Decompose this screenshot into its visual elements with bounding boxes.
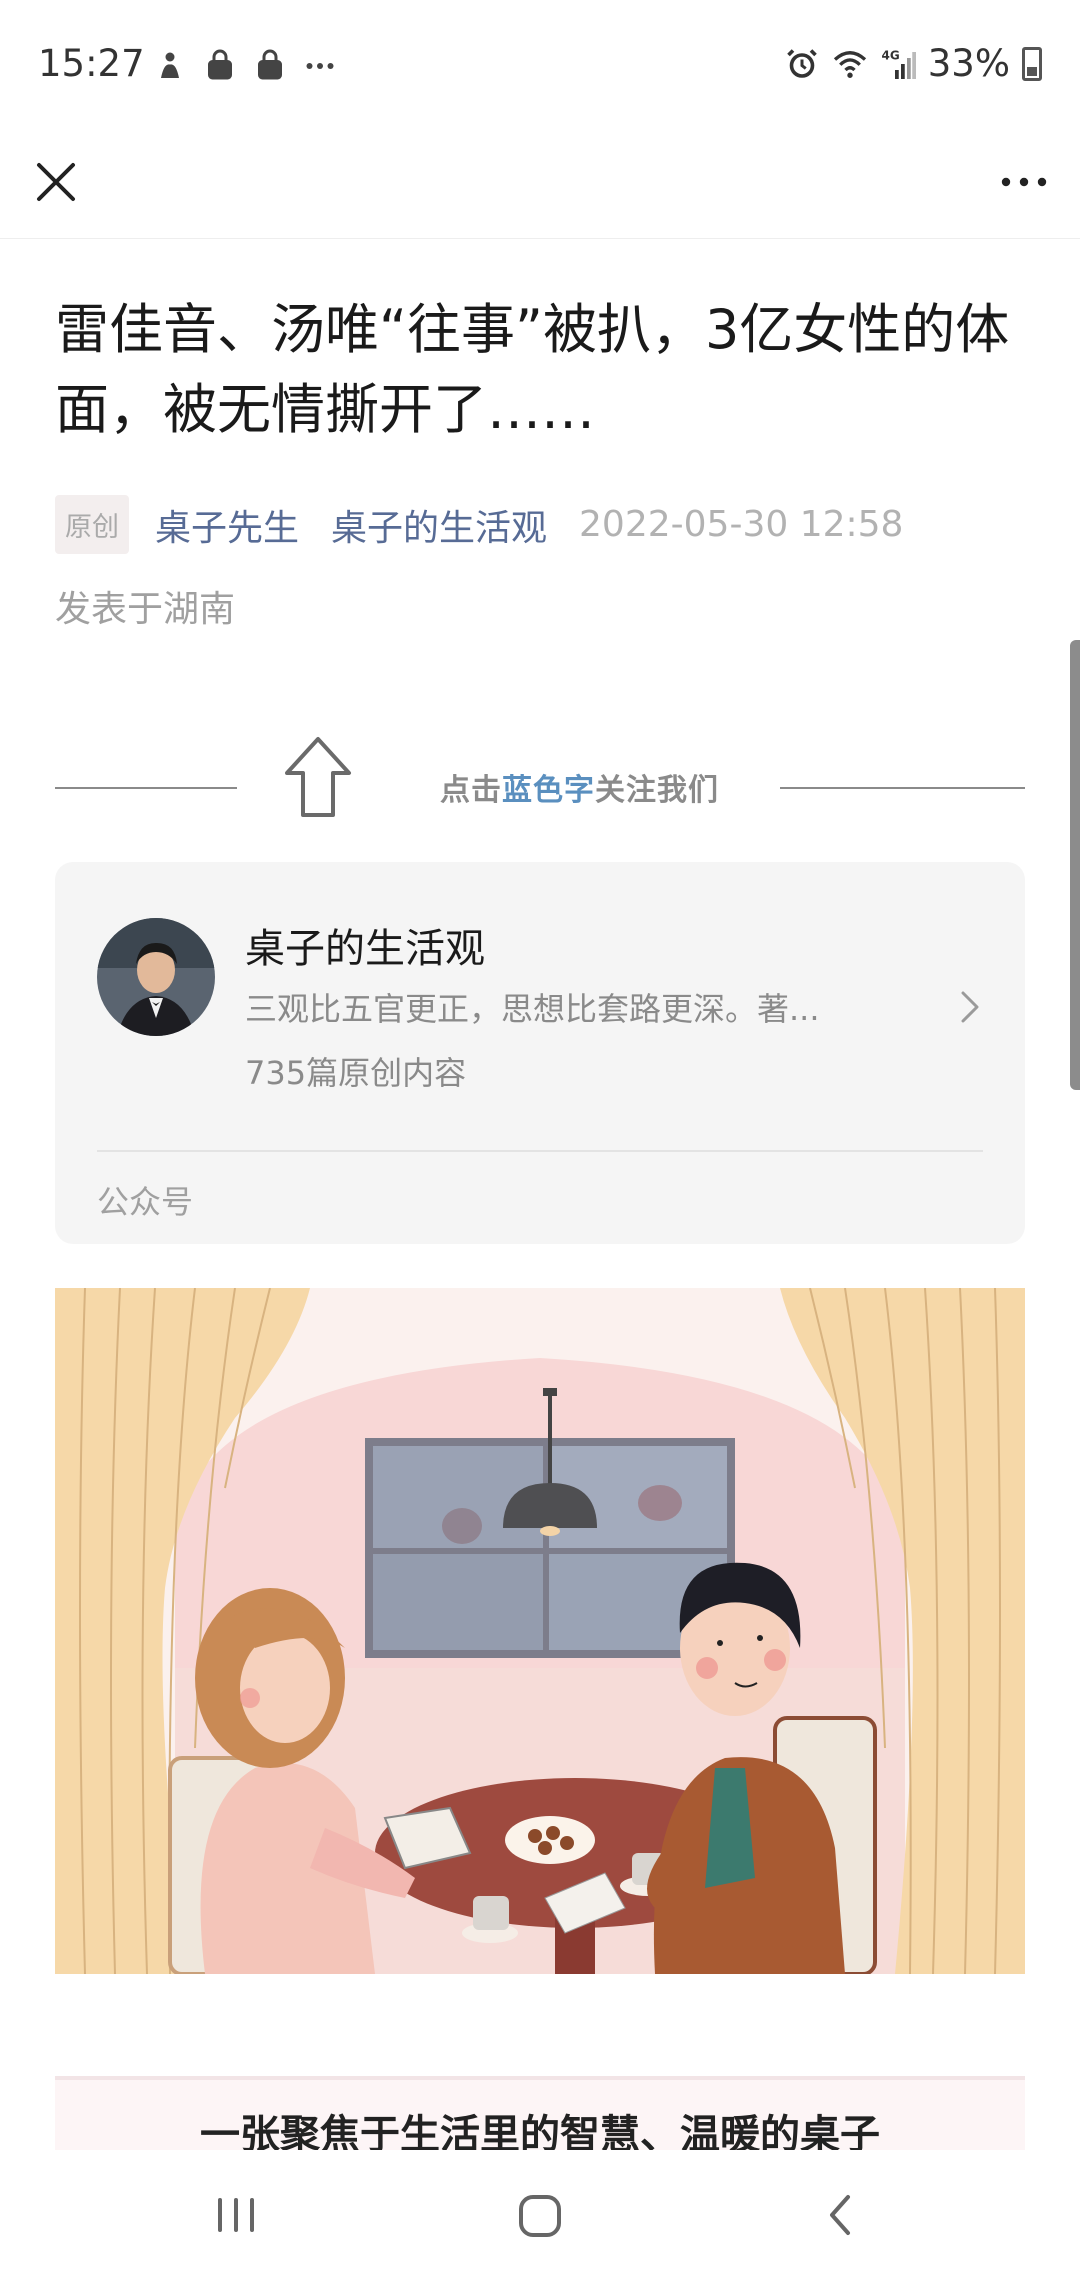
back-icon[interactable] [800, 2180, 880, 2250]
follow-text: 点击蓝色字关注我们 [440, 765, 719, 809]
recents-icon[interactable] [196, 2180, 276, 2250]
chevron-right-icon [961, 991, 979, 1023]
avatar [97, 918, 215, 1036]
status-time: 15:27 [38, 42, 145, 85]
publish-datetime: 2022-05-30 12:58 [579, 504, 904, 545]
author-link[interactable]: 桌子先生 [155, 499, 299, 551]
alarm-icon [786, 48, 817, 78]
notification-icons [152, 48, 338, 84]
close-icon[interactable] [26, 152, 86, 212]
battery-icon [1022, 46, 1042, 81]
scrollbar-thumb[interactable] [1070, 640, 1080, 1090]
shopping-bag-icon [208, 49, 232, 80]
divider-line-right [780, 787, 1025, 789]
follow-banner: 点击蓝色字关注我们 [55, 735, 1025, 825]
follow-text-suffix: 关注我们 [595, 773, 719, 808]
divider-line-left [55, 787, 237, 789]
article-title: 雷佳音、汤唯“往事”被扒，3亿女性的体面，被无情撕开了…… [55, 298, 1010, 441]
original-badge: 原创 [55, 495, 129, 554]
article-meta: 原创 桌子先生 桌子的生活观 2022-05-30 12:58 [55, 495, 903, 554]
battery-percent: 33% [927, 42, 1010, 85]
card-divider [97, 1150, 983, 1152]
article-count: 735篇原创内容 [245, 1054, 467, 1092]
svg-text:4G: 4G [881, 48, 899, 62]
home-icon[interactable] [500, 2180, 580, 2250]
account-description: 三观比五官更正，思想比套路更深。著... [245, 990, 820, 1028]
more-notifications-icon [306, 63, 334, 69]
signal-4g-icon: 4G [881, 48, 916, 79]
publish-location: 发表于湖南 [55, 589, 236, 630]
follow-text-prefix: 点击 [440, 773, 502, 808]
system-nav-bar [0, 2150, 1080, 2280]
up-arrow-icon [285, 737, 351, 817]
account-type: 公众号 [97, 1183, 194, 1221]
top-bar [0, 130, 1080, 239]
shopping-bag-icon [258, 49, 282, 80]
account-name: 桌子的生活观 [245, 926, 485, 972]
wifi-icon [833, 50, 866, 78]
article-illustration [55, 1288, 1025, 1974]
account-card[interactable]: 桌子的生活观 三观比五官更正，思想比套路更深。著... 735篇原创内容 公众号 [55, 862, 1025, 1244]
follow-text-highlight: 蓝色字 [502, 773, 595, 808]
status-bar: 15:27 4G 33% [0, 0, 1080, 130]
status-right: 4G 33% [784, 42, 1042, 85]
account-link[interactable]: 桌子的生活观 [331, 499, 547, 551]
more-horizontal-icon[interactable] [994, 152, 1054, 212]
notification-icon [161, 52, 179, 78]
